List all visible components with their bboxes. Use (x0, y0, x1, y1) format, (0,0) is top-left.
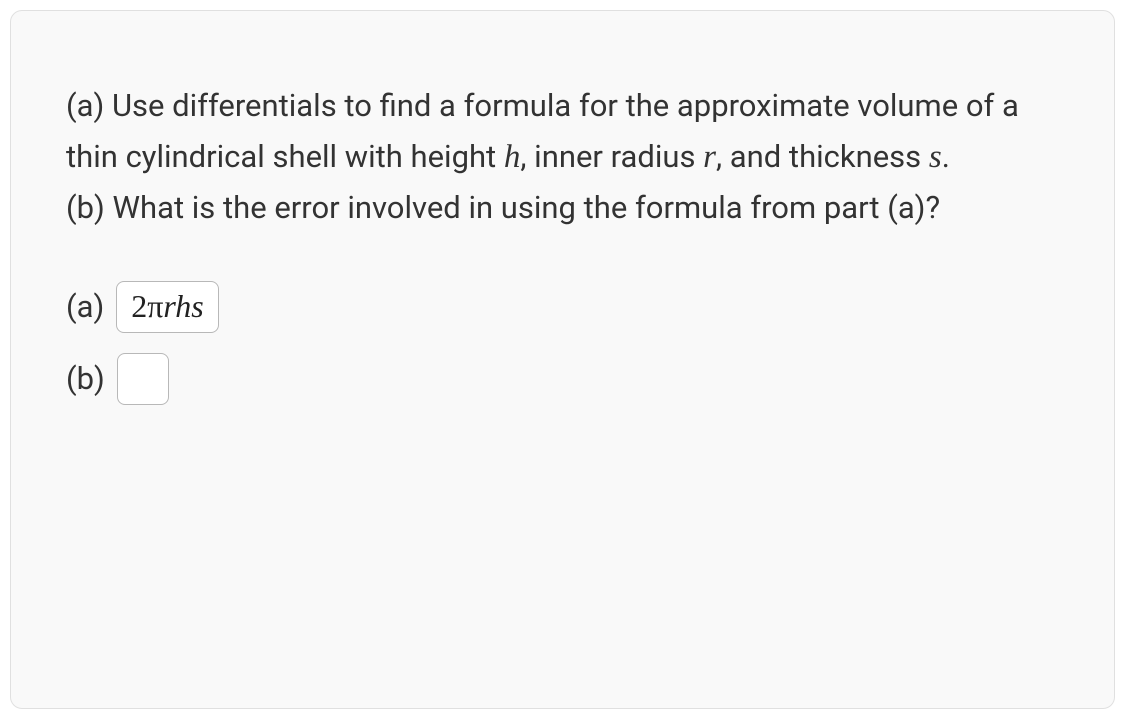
part-b-text: (b) What is the error involved in using … (66, 189, 940, 226)
answer-label-a: (a) (66, 288, 104, 325)
variable-h: h (504, 139, 521, 175)
question-text: (a) Use differentials to find a formula … (66, 81, 1059, 233)
variable-r: r (703, 139, 716, 175)
answer-row-b: (b) (66, 353, 1059, 405)
answers-section: (a) 2πrhs (b) (66, 281, 1059, 405)
part-a-text-2: , inner radius (520, 138, 703, 175)
part-a-period: . (942, 138, 950, 175)
part-a-text-3: , and thickness (716, 138, 929, 175)
answer-label-b: (b) (66, 360, 105, 397)
answer-a-vars: rhs (163, 288, 203, 325)
answer-row-a: (a) 2πrhs (66, 281, 1059, 333)
answer-input-b[interactable] (117, 353, 169, 405)
variable-s: s (929, 139, 942, 175)
question-card: (a) Use differentials to find a formula … (10, 10, 1115, 709)
answer-a-prefix: 2π (131, 288, 163, 325)
answer-input-a[interactable]: 2πrhs (116, 281, 218, 333)
